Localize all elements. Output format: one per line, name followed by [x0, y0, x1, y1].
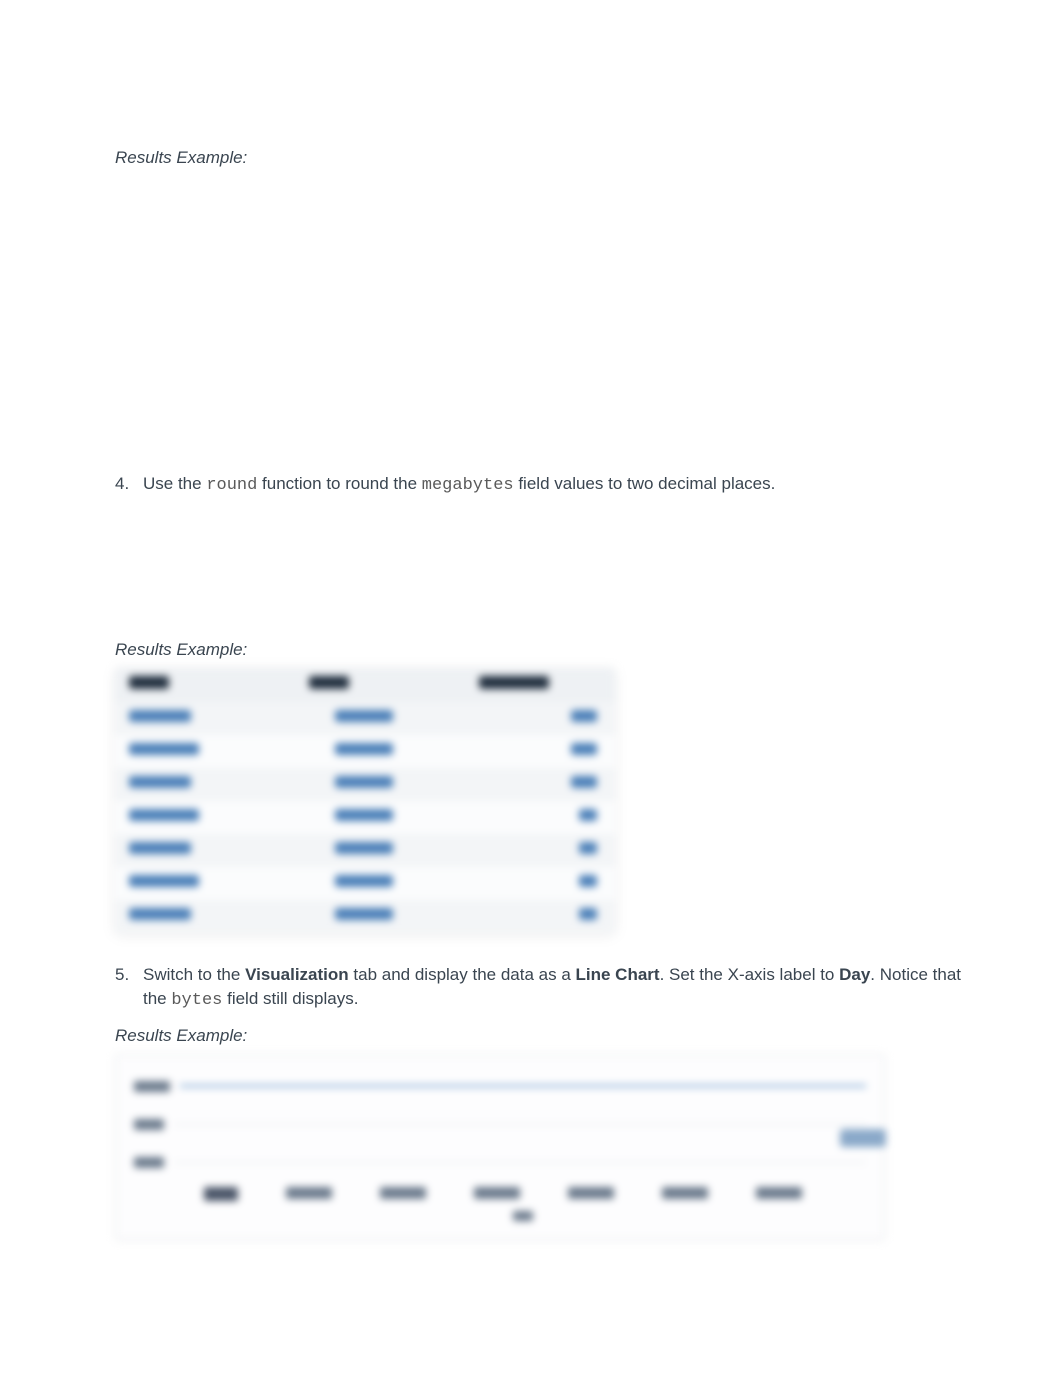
results-example-label-2: Results Example: [115, 640, 982, 660]
bold-day: Day [839, 965, 870, 984]
chart-gridline [134, 1143, 866, 1181]
table-row [115, 867, 615, 900]
table-header [115, 668, 615, 702]
step-4: 4. Use the round function to round the m… [115, 472, 982, 498]
chart-x-label [513, 1211, 533, 1221]
step-5: 5. Switch to the Visualization tab and d… [115, 963, 982, 1013]
step-body: Switch to the Visualization tab and disp… [143, 963, 982, 1013]
text: field values to two decimal places. [514, 474, 776, 493]
blurred-chart-preview [115, 1054, 885, 1240]
text: Use the [143, 474, 206, 493]
blurred-table-preview [115, 668, 615, 933]
bold-visualization: Visualization [245, 965, 349, 984]
chart-gridline [134, 1105, 866, 1143]
text: . Set the X-axis label to [660, 965, 840, 984]
table-row [115, 900, 615, 933]
table-row [115, 834, 615, 867]
text: function to round the [257, 474, 421, 493]
step-number: 4. [115, 472, 143, 498]
code-round: round [206, 476, 257, 495]
text: field still displays. [222, 989, 358, 1008]
table-row [115, 735, 615, 768]
results-example-label-3: Results Example: [115, 1026, 982, 1046]
step-number: 5. [115, 963, 143, 1013]
code-megabytes: megabytes [422, 476, 514, 495]
chart-x-axis [180, 1187, 866, 1201]
table-row [115, 768, 615, 801]
chart-gridline [134, 1067, 866, 1105]
bold-line-chart: Line Chart [576, 965, 660, 984]
step-body: Use the round function to round the mega… [143, 472, 982, 498]
code-bytes: bytes [171, 991, 222, 1010]
table-row [115, 801, 615, 834]
table-row [115, 702, 615, 735]
results-example-label-1: Results Example: [115, 148, 982, 168]
text: tab and display the data as a [349, 965, 576, 984]
text: Switch to the [143, 965, 245, 984]
